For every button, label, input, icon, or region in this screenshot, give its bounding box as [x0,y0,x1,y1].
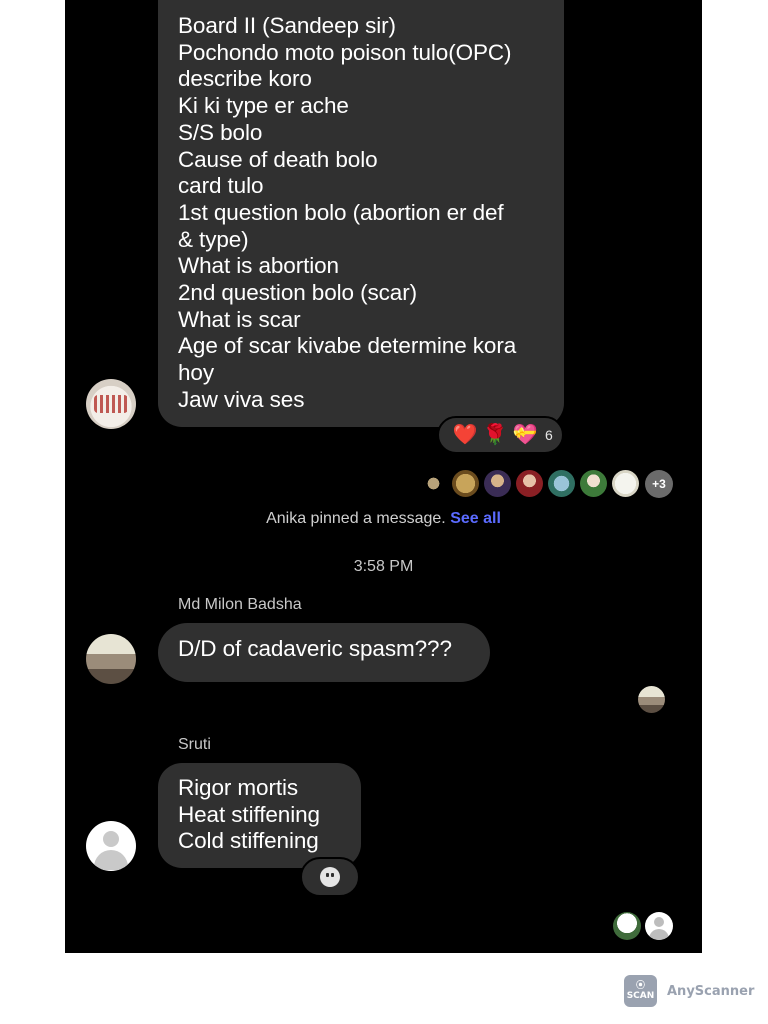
message-line: What is scar [178,306,301,332]
seen-avatar[interactable] [645,912,673,940]
logo-mark: ⦿ [635,981,645,991]
message-line: Board II (Sandeep sir) [178,13,396,38]
message-bubble-board[interactable]: Board II (Sandeep sir) Pochondo moto pois… [158,0,564,427]
avatar-image [94,395,128,413]
sender-name: Sruti [178,736,211,753]
message-line: card tulo [178,173,264,199]
message-line: S/S bolo [178,119,263,145]
timestamp: 3:58 PM [353,558,414,575]
message-line: 1st question bolo (abortion er def [178,199,504,225]
pinned-notice-text: Anika pinned a message. [266,510,446,527]
seen-more-count[interactable]: +3 [645,470,673,498]
message-line: 2nd question bolo (scar) [178,280,417,306]
seen-avatar [612,470,639,497]
avatar-anika[interactable] [86,379,136,429]
logo-text: SCAN [626,991,655,1001]
message-line: describe koro [178,66,312,92]
sender-name: Md Milon Badsha [178,596,302,613]
see-all-link[interactable]: See all [450,510,501,527]
chat-screen: Board II (Sandeep sir) Pochondo moto pois… [65,0,702,953]
seen-avatar [548,470,575,497]
message-line: What is abortion [178,253,339,279]
scanner-logo: ⦿ SCAN [624,975,657,1007]
seen-avatar [452,470,479,497]
message-line: Jaw viva ses [178,386,305,412]
heart-reaction-icon: ❤️ [452,424,478,446]
reaction-count: 6 [545,427,553,443]
person-icon [103,831,119,847]
message-line: Rigor mortis [178,775,299,800]
person-icon-body [94,850,128,870]
add-reaction-button[interactable] [300,857,360,897]
brand-name: AnyScanner [667,983,755,999]
message-text: D/D of cadaveric spasm??? [178,636,452,661]
reaction-bar[interactable]: ❤️ 🌹 💝 6 [437,416,564,454]
message-line: Cold stiffening [178,828,319,854]
pinned-notice: Anika pinned a message. See all [65,510,702,528]
anyscanner-watermark: ⦿ SCAN AnyScanner [624,975,754,1007]
message-line: hoy [178,360,214,386]
message-line: Age of scar kivabe determine kora [178,333,517,359]
seen-avatar [420,470,447,497]
message-line: & type) [178,226,249,252]
add-reaction-icon [320,867,340,887]
avatar-milon[interactable] [86,634,136,684]
seen-avatar [516,470,543,497]
message-line: Pochondo moto poison tulo(OPC) [178,39,512,65]
person-icon [654,917,664,927]
rose-reaction-icon: 🌹 [482,424,508,446]
message-line: Heat stiffening [178,801,320,827]
message-line: Cause of death bolo [178,146,378,172]
message-bubble-question[interactable]: D/D of cadaveric spasm??? [158,623,490,682]
message-line: Ki ki type er ache [178,93,349,119]
gift-heart-reaction-icon: 💝 [512,424,538,446]
seen-avatar[interactable] [638,686,665,713]
message-bubble-answer[interactable]: Rigor mortis Heat stiffening Cold stiffe… [158,763,361,868]
seen-avatar [484,470,511,497]
person-icon-body [649,929,669,940]
avatar-sruti[interactable] [86,821,136,871]
seen-avatar [580,470,607,497]
seen-avatar[interactable] [613,912,641,940]
